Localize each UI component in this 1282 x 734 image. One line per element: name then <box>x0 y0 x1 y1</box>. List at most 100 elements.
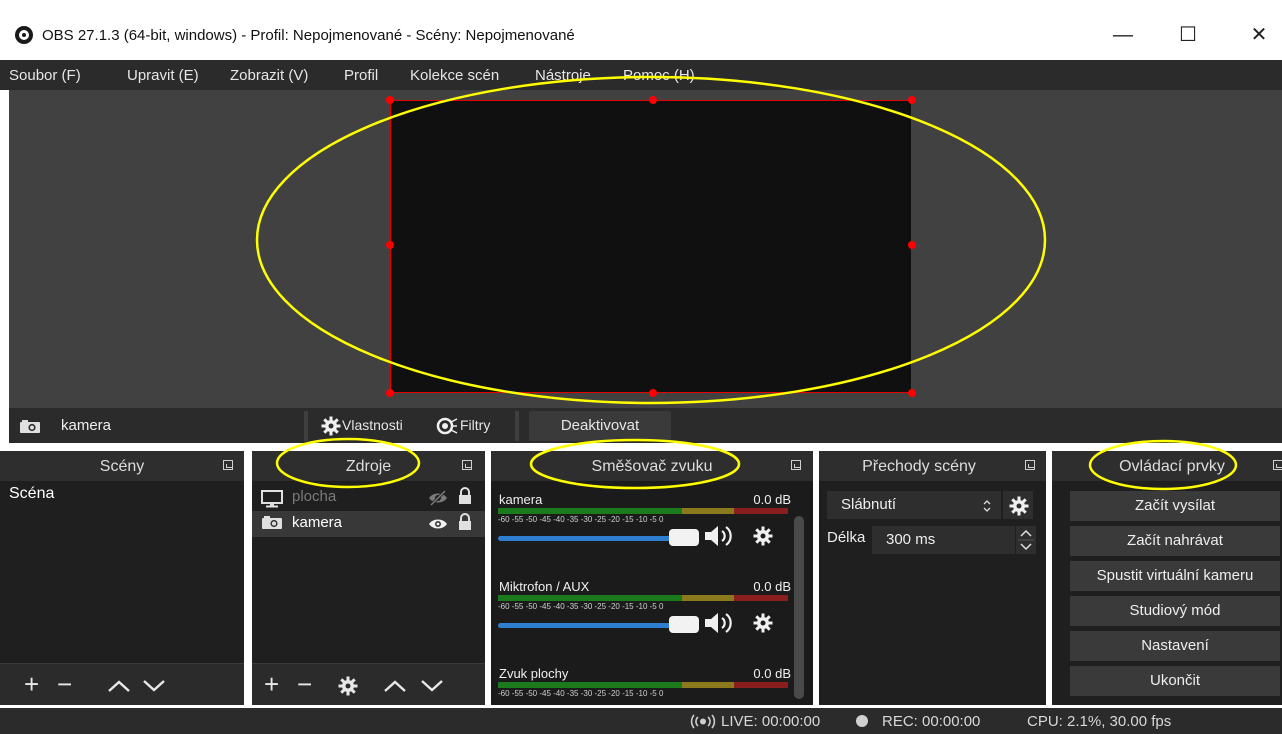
dock-header: Ovládací prvky <box>1052 451 1282 481</box>
volume-meter <box>498 682 788 688</box>
menu-edit[interactable]: Upravit (E) <box>127 67 199 84</box>
preview-canvas[interactable] <box>390 100 912 393</box>
volume-slider[interactable] <box>498 623 688 628</box>
transition-select[interactable]: Slábnutí <box>827 491 1001 519</box>
duration-value: 300 ms <box>886 531 936 548</box>
transition-select-value: Slábnutí <box>841 496 897 513</box>
speaker-icon[interactable] <box>703 611 735 635</box>
eye-hidden-icon[interactable] <box>428 490 448 506</box>
lock-icon[interactable] <box>458 513 472 531</box>
resize-handle[interactable] <box>908 389 916 397</box>
gear-icon[interactable] <box>338 676 358 696</box>
volume-slider[interactable] <box>498 536 688 541</box>
sources-dock: Zdroje plocha kamera + − <box>252 451 485 705</box>
mixer-scrollbar[interactable] <box>794 516 804 699</box>
scenes-footer: + − <box>0 663 244 705</box>
resize-handle[interactable] <box>649 96 657 104</box>
filters-button[interactable]: Filtry <box>460 417 490 433</box>
remove-scene-button[interactable]: − <box>57 670 72 698</box>
undock-icon[interactable] <box>1025 460 1035 470</box>
transition-settings-button[interactable] <box>1003 491 1033 519</box>
mixer-body: kamera 0.0 dB -60 -55 -50 -45 -40 -35 -3… <box>491 481 813 705</box>
obs-logo-icon <box>15 26 33 44</box>
cpu-fps: CPU: 2.1%, 30.00 fps <box>1027 713 1172 730</box>
controls-title: Ovládací prvky <box>1119 458 1225 475</box>
menu-scene-collection[interactable]: Kolekce scén <box>410 67 499 84</box>
volume-slider-handle[interactable] <box>669 616 699 633</box>
dock-header: Scény <box>0 451 244 481</box>
chevron-updown-icon <box>983 500 991 512</box>
channel-level: 0.0 dB <box>753 492 791 507</box>
start-streaming-button[interactable]: Začít vysílat <box>1070 491 1280 521</box>
minimize-button[interactable]: — <box>1100 20 1146 50</box>
start-recording-button[interactable]: Začít nahrávat <box>1070 526 1280 556</box>
mixer-title: Směšovač zvuku <box>591 458 713 475</box>
meter-scale: -60 -55 -50 -45 -40 -35 -30 -25 -20 -15 … <box>498 602 664 611</box>
title-bar: OBS 27.1.3 (64-bit, windows) - Profil: N… <box>0 0 1282 60</box>
source-item[interactable]: plocha <box>252 485 485 511</box>
resize-handle[interactable] <box>386 96 394 104</box>
volume-slider-handle[interactable] <box>669 529 699 546</box>
source-name: plocha <box>292 488 337 505</box>
scene-item[interactable]: Scéna <box>0 485 244 507</box>
dock-header: Zdroje <box>252 451 485 481</box>
close-button[interactable]: ✕ <box>1236 20 1282 50</box>
gear-icon <box>321 416 341 436</box>
menu-view[interactable]: Zobrazit (V) <box>230 67 308 84</box>
settings-button[interactable]: Nastavení <box>1070 631 1280 661</box>
undock-icon[interactable] <box>791 460 801 470</box>
resize-handle[interactable] <box>908 96 916 104</box>
gear-icon[interactable] <box>753 526 773 546</box>
gear-icon[interactable] <box>753 613 773 633</box>
resize-handle[interactable] <box>386 241 394 249</box>
deactivate-button[interactable]: Deaktivovat <box>529 411 671 441</box>
undock-icon[interactable] <box>223 460 233 470</box>
transitions-title: Přechody scény <box>862 458 976 475</box>
lock-icon[interactable] <box>458 487 472 505</box>
scenes-dock: Scény Scéna + − <box>0 451 244 705</box>
resize-handle[interactable] <box>649 389 657 397</box>
add-source-button[interactable]: + <box>264 670 279 698</box>
transitions-dock: Přechody scény Slábnutí Délka 300 ms <box>819 451 1046 705</box>
window-title: OBS 27.1.3 (64-bit, windows) - Profil: N… <box>42 27 575 44</box>
undock-icon[interactable] <box>462 460 472 470</box>
source-item[interactable]: kamera <box>252 511 485 537</box>
menu-profile[interactable]: Profil <box>344 67 378 84</box>
source-toolbar: kamera Vlastnosti Filtry Deaktivovat <box>9 408 1282 443</box>
menu-tools[interactable]: Nástroje <box>535 67 591 84</box>
speaker-icon[interactable] <box>703 524 735 548</box>
meter-scale: -60 -55 -50 -45 -40 -35 -30 -25 -20 -15 … <box>498 515 664 524</box>
spinner-arrows-icon <box>1018 529 1034 551</box>
undock-icon[interactable] <box>1273 460 1282 470</box>
remove-source-button[interactable]: − <box>297 670 312 698</box>
controls-body: Začít vysílat Začít nahrávat Spustit vir… <box>1052 481 1282 705</box>
maximize-button[interactable]: ☐ <box>1165 20 1211 50</box>
menu-bar: Soubor (F) Upravit (E) Zobrazit (V) Prof… <box>0 60 1282 90</box>
broadcast-icon <box>690 714 716 729</box>
menu-help[interactable]: Pomoc (H) <box>623 67 695 84</box>
selected-source-name: kamera <box>61 417 112 434</box>
audio-mixer-dock: Směšovač zvuku kamera 0.0 dB -60 -55 -50… <box>491 451 813 705</box>
exit-button[interactable]: Ukončit <box>1070 666 1280 696</box>
start-virtual-camera-button[interactable]: Spustit virtuální kameru <box>1070 561 1280 591</box>
move-up-icon[interactable] <box>383 679 407 693</box>
studio-mode-button[interactable]: Studiový mód <box>1070 596 1280 626</box>
scenes-title: Scény <box>99 458 145 475</box>
meter-scale: -60 -55 -50 -45 -40 -35 -30 -25 -20 -15 … <box>498 689 664 698</box>
menu-file[interactable]: Soubor (F) <box>9 67 81 84</box>
resize-handle[interactable] <box>386 389 394 397</box>
channel-name: Miktrofon / AUX <box>499 579 590 594</box>
resize-handle[interactable] <box>908 241 916 249</box>
duration-input[interactable]: 300 ms <box>872 526 1015 554</box>
sources-footer: + − <box>252 663 485 705</box>
move-down-icon[interactable] <box>142 679 166 693</box>
add-scene-button[interactable]: + <box>24 670 39 698</box>
volume-meter <box>498 508 788 514</box>
dock-header: Přechody scény <box>819 451 1046 481</box>
duration-spinner[interactable] <box>1016 526 1036 554</box>
properties-button[interactable]: Vlastnosti <box>342 417 403 433</box>
record-dot-icon <box>856 713 874 730</box>
move-down-icon[interactable] <box>420 679 444 693</box>
eye-icon[interactable] <box>428 516 448 532</box>
move-up-icon[interactable] <box>107 679 131 693</box>
